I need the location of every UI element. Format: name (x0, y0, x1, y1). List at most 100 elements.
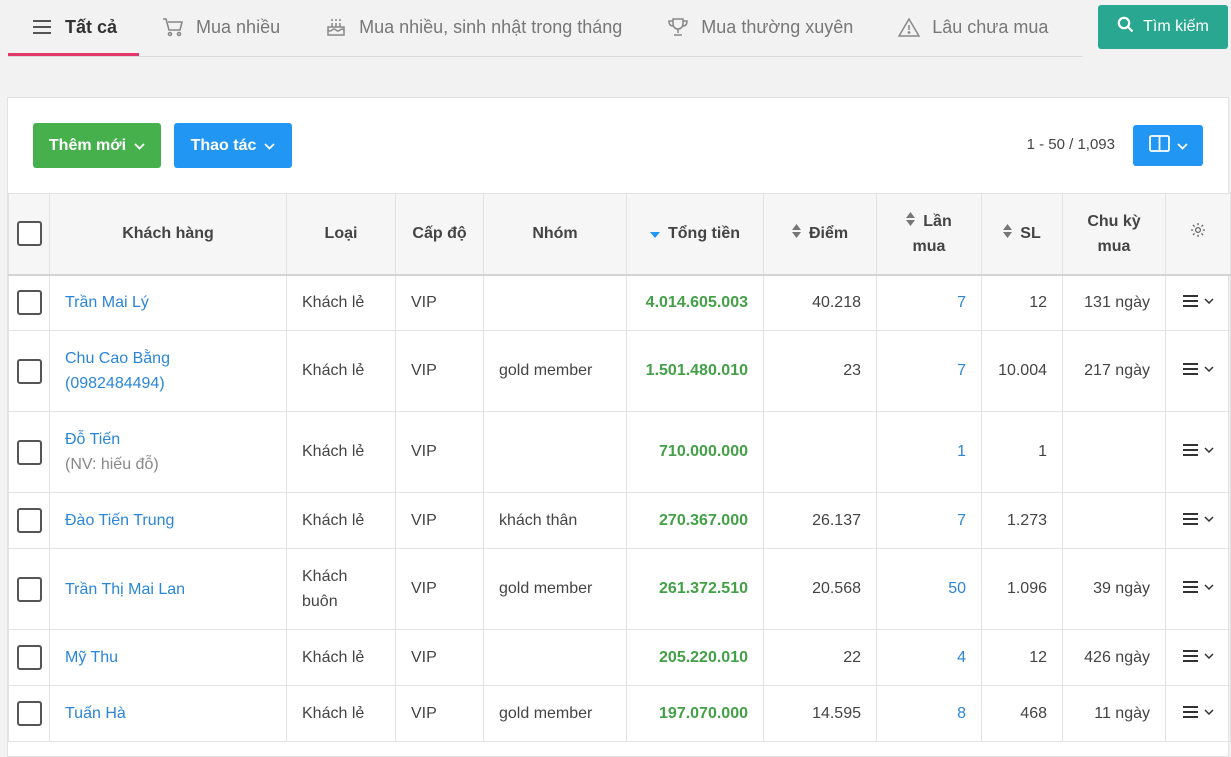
purchases-link[interactable]: 8 (876, 685, 982, 742)
chevron-down-icon (1203, 298, 1214, 304)
group-cell: gold member (483, 330, 627, 412)
tab-all[interactable]: Tất cả (8, 0, 140, 56)
type-text: Khách buôn (302, 568, 348, 610)
row-checkbox[interactable] (16, 645, 42, 670)
row-menu-cell (1165, 330, 1231, 412)
row-checkbox[interactable] (16, 358, 42, 384)
total-cell: 1.501.480.010 (626, 330, 764, 412)
col-cycle[interactable]: Chu kỳ mua (1062, 193, 1166, 276)
qty-cell: 12 (981, 274, 1063, 331)
qty-cell: 12 (981, 629, 1063, 686)
tab-frequent[interactable]: Mua thường xuyên (644, 0, 875, 54)
total-cell: 710.000.000 (626, 411, 764, 493)
row-menu-button[interactable] (1182, 705, 1214, 718)
purchases-link[interactable]: 7 (876, 274, 982, 331)
tab-buy-more[interactable]: Mua nhiều (139, 0, 302, 54)
select-all-checkbox[interactable] (16, 221, 42, 247)
purchases-link[interactable]: 7 (876, 492, 982, 549)
qty-cell: 468 (981, 685, 1063, 742)
cycle-cell (1062, 492, 1166, 549)
col-level[interactable]: Cấp độ (395, 193, 484, 276)
customer-name-link[interactable]: Đỗ Tiến (65, 427, 271, 452)
col-total[interactable]: Tổng tiền (626, 193, 764, 276)
toolbar: Thêm mới Thao tác 1 - 50 / 1,093 (8, 98, 1228, 194)
total-cell: 270.367.000 (626, 492, 764, 549)
col-group[interactable]: Nhóm (483, 193, 627, 276)
add-new-button[interactable]: Thêm mới (33, 123, 161, 168)
cart-icon (162, 16, 184, 38)
customer-name-link[interactable]: Đào Tiến Trung (65, 512, 174, 529)
row-menu-cell (1165, 411, 1231, 493)
row-checkbox[interactable] (16, 576, 42, 602)
col-cycle-label-2: mua (1097, 237, 1131, 255)
col-purchases[interactable]: Lần mua (876, 193, 982, 276)
purchases-link[interactable]: 1 (876, 411, 982, 493)
columns-toggle-button[interactable] (1133, 125, 1203, 166)
columns-icon (1148, 134, 1170, 157)
table-row: Mỹ Thu Khách lẻ VIP 205.220.010 22 4 12 … (8, 629, 1231, 686)
menu-icon (1182, 512, 1198, 525)
table-row: Đỗ Tiến (NV: hiếu đỗ) Khách lẻ VIP 710.00… (8, 411, 1231, 493)
row-checkbox[interactable] (16, 439, 42, 465)
chevron-down-icon (1176, 137, 1188, 155)
group-cell: gold member (483, 548, 627, 630)
cycle-cell (1062, 411, 1166, 493)
col-type[interactable]: Loại (286, 193, 396, 276)
row-select-cell (8, 548, 50, 630)
tab-label: Mua thường xuyên (701, 16, 854, 37)
tab-birthday[interactable]: Mua nhiều, sinh nhật trong tháng (302, 0, 644, 54)
customer-name-link[interactable]: Trần Thị Mai Lan (65, 581, 185, 598)
row-menu-button[interactable] (1182, 363, 1214, 375)
customer-cell: Đào Tiến Trung (49, 492, 287, 549)
qty-cell: 1.273 (981, 492, 1063, 549)
col-purchases-label-1: Lần (923, 212, 952, 230)
warning-icon (898, 16, 921, 38)
purchases-link[interactable]: 4 (876, 629, 982, 686)
customer-name-link[interactable]: Chu Cao Bằng (0982484494) (65, 346, 185, 396)
chevron-down-icon (1203, 515, 1214, 522)
menu-icon (1182, 444, 1198, 456)
row-menu-button[interactable] (1182, 512, 1214, 525)
row-menu-button[interactable] (1182, 444, 1214, 456)
level-cell: VIP (395, 330, 484, 412)
col-customer[interactable]: Khách hàng (49, 193, 287, 276)
pagination-info: 1 - 50 / 1,093 (1026, 136, 1115, 153)
type-cell: Khách buôn (286, 548, 396, 630)
customer-name-link[interactable]: Mỹ Thu (65, 649, 118, 666)
menu-icon (1182, 363, 1198, 375)
level-cell: VIP (395, 685, 484, 742)
type-cell: Khách lẻ (286, 411, 396, 493)
customer-cell: Đỗ Tiến (NV: hiếu đỗ) (49, 411, 287, 493)
purchases-link[interactable]: 50 (876, 548, 982, 630)
customer-table: Khách hàng Loại Cấp độ Nhóm Tổng tiền Đi… (8, 193, 1231, 742)
actions-label: Thao tác (190, 136, 257, 154)
filter-tabs: Tất cả Mua nhiều Mua nhiều, sinh nhật tr… (8, 0, 1083, 57)
table-row: Trần Thị Mai Lan Khách buôn VIP gold mem… (8, 548, 1231, 630)
col-qty-label: SL (1020, 225, 1041, 243)
row-menu-button[interactable] (1182, 294, 1214, 307)
row-menu-button[interactable] (1182, 649, 1214, 662)
row-select-cell (8, 629, 50, 686)
menu-icon (1182, 705, 1198, 718)
customer-name-link[interactable]: Trần Mai Lý (65, 294, 149, 311)
purchases-link[interactable]: 7 (876, 330, 982, 412)
col-points[interactable]: Điểm (763, 193, 877, 276)
col-qty[interactable]: SL (981, 193, 1063, 276)
col-settings[interactable] (1165, 193, 1231, 276)
chevron-down-icon (1203, 584, 1214, 590)
row-checkbox[interactable] (16, 508, 42, 533)
tab-long-no-buy[interactable]: Lâu chưa mua (875, 0, 1070, 54)
gear-icon (1190, 223, 1206, 242)
row-select-cell (8, 411, 50, 493)
chevron-down-icon (134, 137, 145, 155)
search-button[interactable]: Tìm kiếm (1098, 5, 1228, 49)
row-checkbox[interactable] (16, 701, 42, 726)
tab-label: Mua nhiều (196, 16, 281, 37)
trophy-icon (667, 16, 689, 38)
row-checkbox[interactable] (16, 290, 42, 316)
points-cell: 26.137 (763, 492, 877, 549)
tab-label: Mua nhiều, sinh nhật trong tháng (359, 16, 623, 37)
actions-button[interactable]: Thao tác (174, 123, 292, 168)
customer-name-link[interactable]: Tuấn Hà (65, 705, 126, 722)
row-menu-button[interactable] (1182, 581, 1214, 593)
